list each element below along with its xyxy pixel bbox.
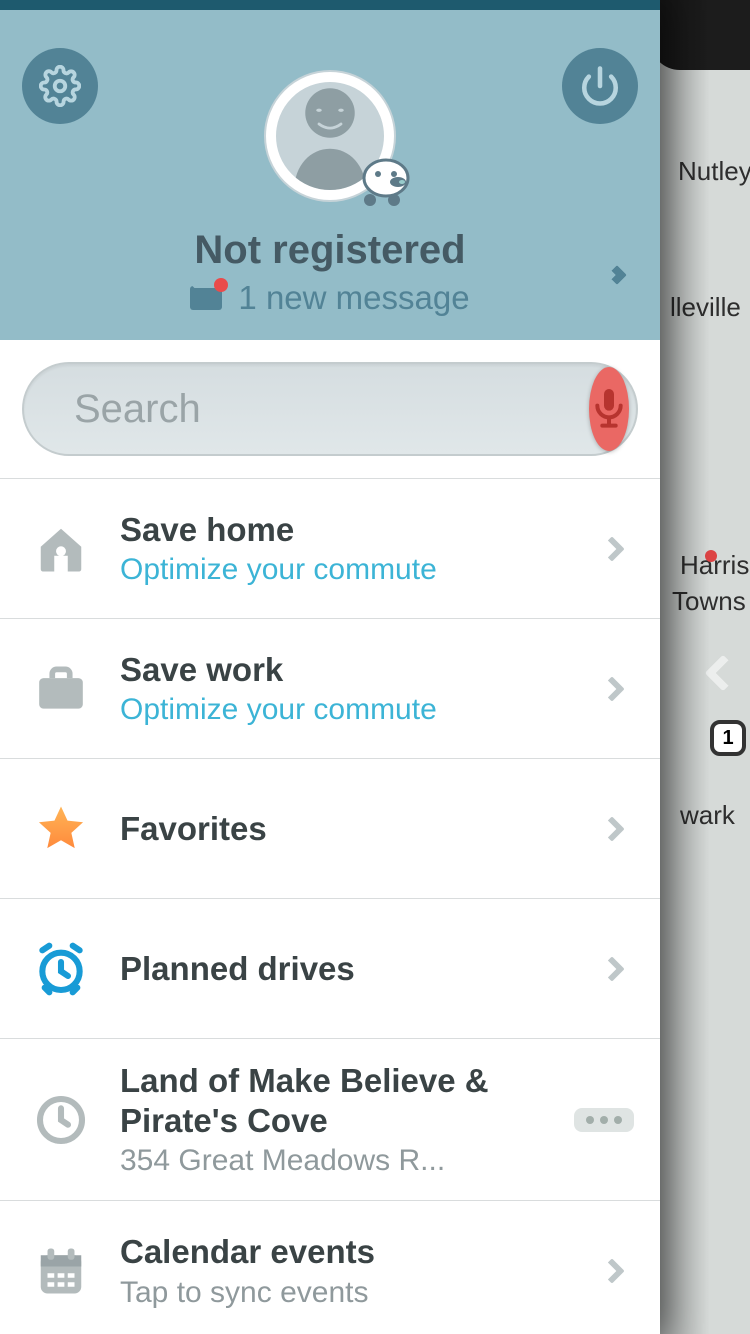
chevron-right-icon xyxy=(590,540,634,558)
mail-icon xyxy=(190,286,222,310)
chevron-right-icon xyxy=(590,820,634,838)
map-collapse-arrow-icon[interactable] xyxy=(710,660,738,708)
power-button[interactable] xyxy=(562,48,638,124)
row-favorites[interactable]: Favorites xyxy=(0,759,660,899)
gear-icon xyxy=(39,65,81,107)
microphone-icon xyxy=(589,387,629,431)
alarm-clock-icon xyxy=(33,941,89,997)
inbox-text: 1 new message xyxy=(238,279,469,317)
chevron-right-icon xyxy=(590,1262,634,1280)
inbox-line: 1 new message xyxy=(190,279,469,317)
profile-chevron xyxy=(610,268,624,282)
map-peek[interactable]: Nutley lleville Harris Towns wark 1 xyxy=(650,0,750,1334)
side-panel: Not registered 1 new message Save home O… xyxy=(0,0,660,1334)
row-calendar-events[interactable]: Calendar events Tap to sync events xyxy=(0,1201,660,1334)
user-title: Not registered xyxy=(0,228,660,273)
row-planned-drives[interactable]: Planned drives xyxy=(0,899,660,1039)
chevron-right-icon xyxy=(590,680,634,698)
row-sub: Optimize your commute xyxy=(120,693,562,727)
row-save-work[interactable]: Save work Optimize your commute xyxy=(0,619,660,759)
user-info[interactable]: Not registered 1 new message xyxy=(0,228,660,317)
avatar-container xyxy=(266,72,394,200)
briefcase-icon xyxy=(34,665,88,713)
route-shield-icon: 1 xyxy=(710,720,746,756)
row-title: Save work xyxy=(120,650,562,690)
calendar-icon xyxy=(34,1244,88,1298)
star-icon xyxy=(34,802,88,856)
menu-list: Save home Optimize your commute Save wor… xyxy=(0,479,660,1334)
voice-search-button[interactable] xyxy=(589,367,629,451)
row-recent-destination[interactable]: Land of Make Believe & Pirate's Cove 354… xyxy=(0,1039,660,1201)
settings-button[interactable] xyxy=(22,48,98,124)
home-icon xyxy=(34,522,88,576)
search-area xyxy=(0,340,660,479)
power-icon xyxy=(579,65,621,107)
row-title: Calendar events xyxy=(120,1232,562,1272)
row-sub: Optimize your commute xyxy=(120,553,562,587)
row-title: Favorites xyxy=(120,809,562,849)
search-pill[interactable] xyxy=(22,362,638,456)
row-sub: 354 Great Meadows R... xyxy=(120,1144,546,1178)
row-save-home[interactable]: Save home Optimize your commute xyxy=(0,479,660,619)
row-title: Land of Make Believe & Pirate's Cove xyxy=(120,1061,546,1140)
row-title: Planned drives xyxy=(120,949,562,989)
search-input[interactable] xyxy=(74,387,589,432)
chevron-right-icon xyxy=(590,960,634,978)
more-options-button[interactable] xyxy=(574,1108,634,1132)
row-title: Save home xyxy=(120,510,562,550)
waze-mood-icon xyxy=(356,154,412,210)
profile-header: Not registered 1 new message xyxy=(0,10,660,340)
row-sub: Tap to sync events xyxy=(120,1276,562,1310)
history-icon xyxy=(33,1092,89,1148)
